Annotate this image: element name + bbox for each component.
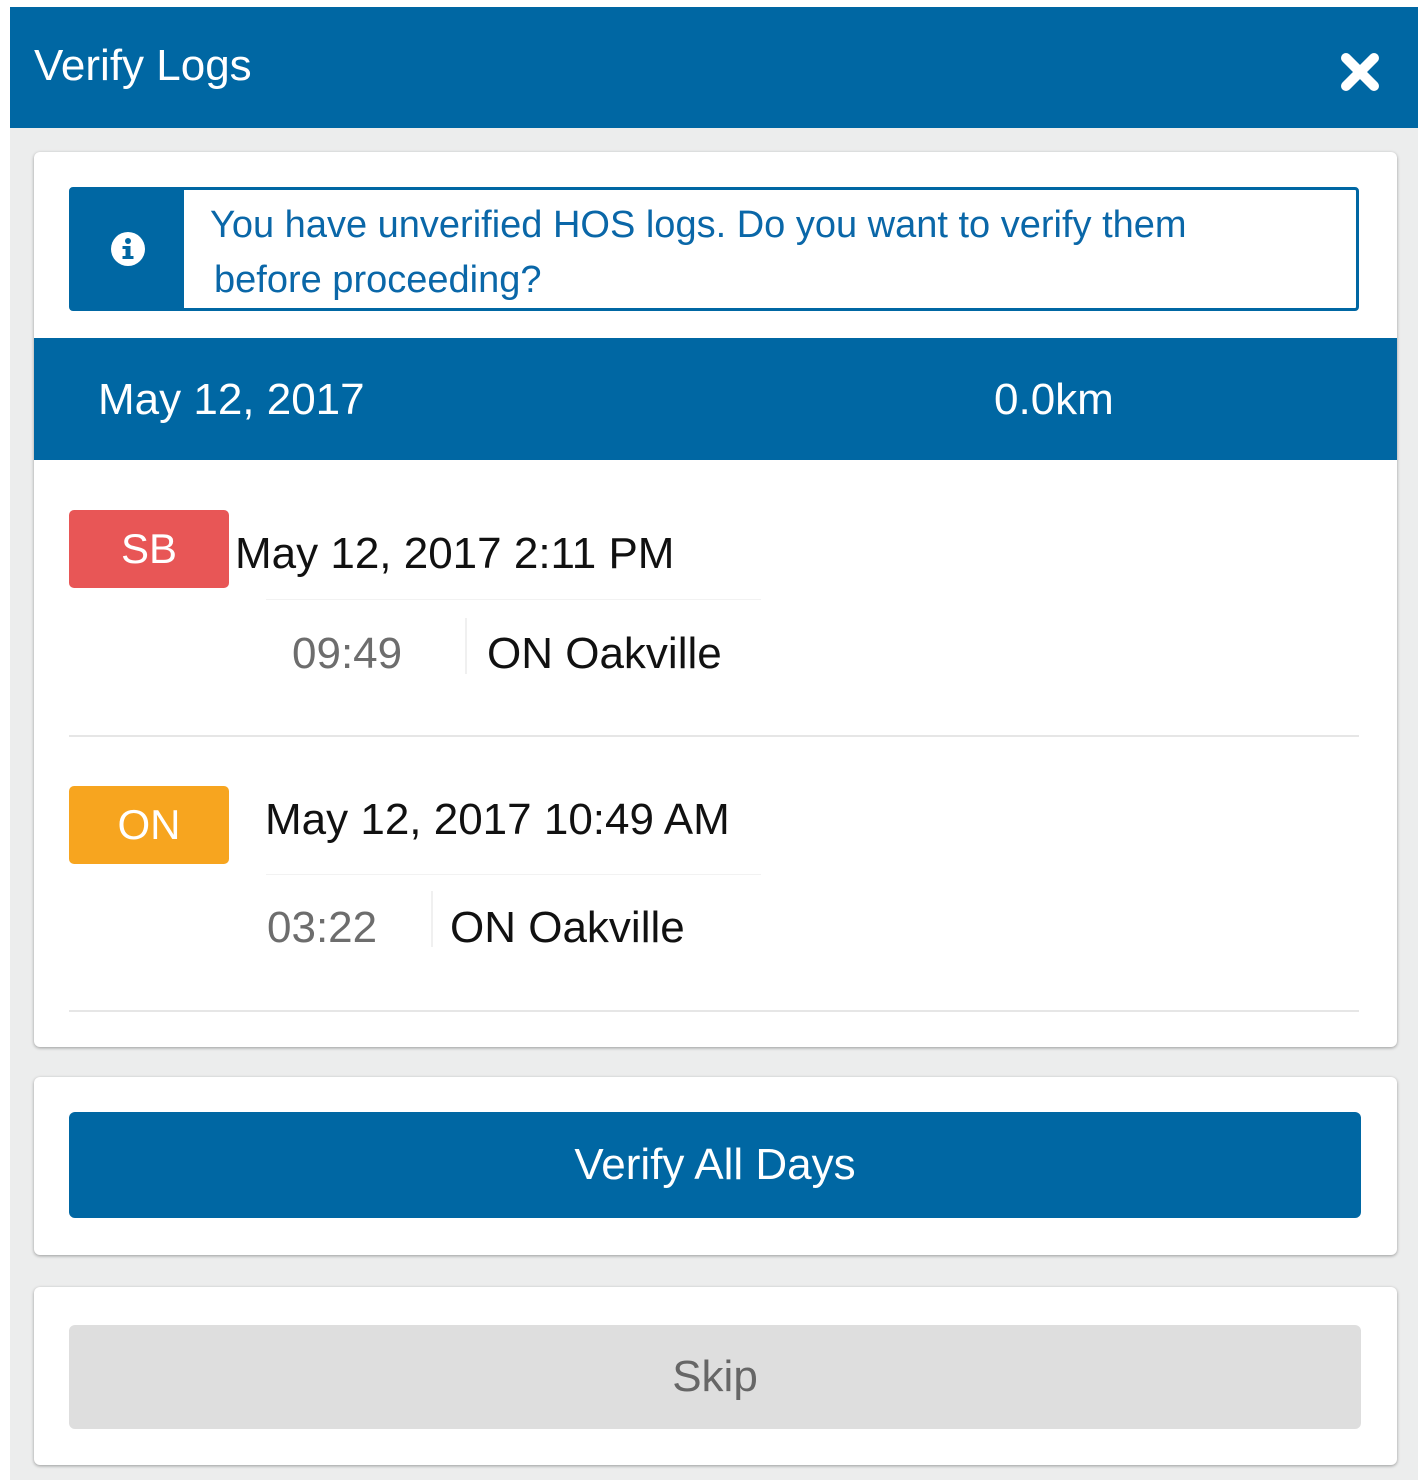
close-button[interactable]: [1330, 42, 1390, 102]
entry-separator: [69, 1010, 1359, 1012]
verify-all-days-button[interactable]: Verify All Days: [69, 1112, 1361, 1218]
alert-icon-box: [72, 190, 184, 308]
entry-column-divider: [465, 618, 467, 674]
skip-button[interactable]: Skip: [69, 1325, 1361, 1429]
entry-time: May 12, 2017 10:49 AM: [265, 795, 730, 844]
dialog-title: Verify Logs: [34, 41, 252, 90]
entry-column-divider: [431, 891, 433, 947]
entry-time: May 12, 2017 2:11 PM: [235, 529, 675, 578]
entry-location: ON Oakville: [487, 629, 722, 678]
entry-location: ON Oakville: [450, 903, 685, 952]
alert-line-2: before proceeding?: [214, 259, 542, 301]
day-date: May 12, 2017: [98, 375, 365, 424]
verify-card: Verify All Days: [34, 1077, 1397, 1255]
status-badge: SB: [69, 510, 229, 588]
logs-card: You have unverified HOS logs. Do you wan…: [34, 152, 1397, 1047]
close-icon: [1341, 53, 1379, 91]
entry-duration: 03:22: [267, 903, 378, 952]
status-badge: ON: [69, 786, 229, 864]
entry-duration: 09:49: [292, 629, 403, 678]
title-bar: Verify Logs: [10, 7, 1418, 128]
unverified-alert: You have unverified HOS logs. Do you wan…: [69, 187, 1359, 311]
info-icon: [111, 232, 145, 266]
alert-line-1: You have unverified HOS logs. Do you wan…: [210, 204, 1187, 246]
entry-separator: [69, 735, 1359, 737]
entry-subdivider: [266, 874, 761, 875]
skip-card: Skip: [34, 1287, 1397, 1465]
day-distance: 0.0km: [994, 375, 1114, 424]
entry-subdivider: [266, 599, 761, 600]
day-header[interactable]: May 12, 2017 0.0km: [34, 338, 1397, 460]
alert-message: You have unverified HOS logs. Do you wan…: [210, 198, 1340, 308]
verify-logs-dialog: Verify Logs You have unverified HOS logs…: [10, 7, 1418, 1480]
